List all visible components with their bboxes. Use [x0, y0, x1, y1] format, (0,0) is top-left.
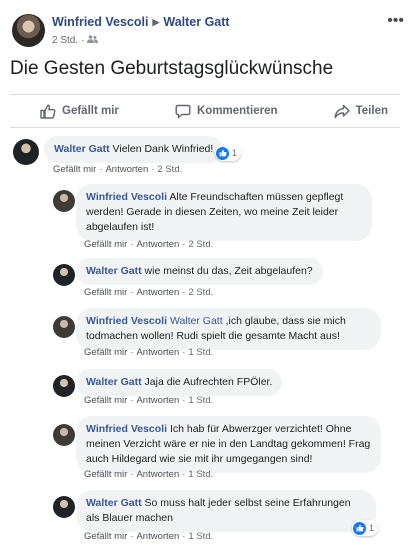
reply-meta: Gefällt mir · Antworten · 1 Std. [84, 469, 214, 480]
reply-meta: Gefällt mir · Antworten · 1 Std. [84, 531, 214, 542]
comment-time[interactable]: 2 Std. [157, 164, 182, 175]
comment-bubble: Walter Gatt Vielen Dank Winfried! [44, 136, 224, 163]
comment-author[interactable]: Walter Gatt [54, 143, 110, 155]
post-target[interactable]: Walter Gatt [163, 15, 229, 29]
comment-button[interactable]: Kommentieren [175, 104, 278, 119]
post-author[interactable]: Winfried Vescoli [52, 15, 148, 29]
reply-like-link[interactable]: Gefällt mir [84, 239, 127, 250]
reply-text: wie meinst du das, Zeit abgelaufen? [144, 265, 313, 277]
reply-bubble: Walter Gatt So muss halt jeder selbst se… [76, 490, 376, 532]
share-button[interactable]: Teilen [334, 104, 388, 119]
reply-avatar[interactable] [53, 264, 75, 286]
reply-author[interactable]: Walter Gatt [86, 497, 142, 509]
post-author-line: Winfried Vescoli ▶ Walter Gatt [52, 15, 230, 29]
speech-bubble-icon [175, 104, 191, 118]
reply-avatar[interactable] [53, 316, 75, 338]
reply-tagged-user[interactable]: Walter Gatt [170, 315, 223, 327]
reply-bubble: Winfried Vescoli Alte Freundschaften müs… [76, 184, 372, 241]
reaction-number: 1 [369, 523, 375, 533]
reply-reply-link[interactable]: Antworten [136, 531, 179, 542]
post-header: Winfried Vescoli ▶ Walter Gatt 2 Std. · ••• [10, 10, 410, 50]
reaction-number: 1 [232, 148, 238, 158]
share-arrow-icon [334, 104, 350, 118]
reply-author[interactable]: Walter Gatt [86, 376, 142, 388]
reply-time[interactable]: 1 Std. [188, 469, 213, 480]
reply-reply-link[interactable]: Antworten [136, 239, 179, 250]
comment-like-link[interactable]: Gefällt mir [53, 164, 96, 175]
like-reaction-icon [353, 521, 366, 535]
comment-text: Vielen Dank Winfried! [112, 143, 214, 155]
reply-bubble: Winfried Vescoli Walter Gatt ,ich glaube… [76, 308, 381, 350]
reply-reply-link[interactable]: Antworten [136, 347, 179, 358]
author-avatar[interactable] [12, 14, 45, 47]
post-meta: 2 Std. · [52, 35, 99, 46]
reply-like-link[interactable]: Gefällt mir [84, 347, 127, 358]
comment-reply-link[interactable]: Antworten [105, 164, 148, 175]
reply-time[interactable]: 2 Std. [188, 239, 213, 250]
reply-avatar[interactable] [53, 375, 75, 397]
like-button-label: Gefällt mir [62, 105, 119, 117]
comment-meta: Gefällt mir · Antworten · 2 Std. [53, 164, 183, 175]
friends-audience-icon[interactable] [87, 35, 99, 44]
reply-reply-link[interactable]: Antworten [136, 395, 179, 406]
reply-like-link[interactable]: Gefällt mir [84, 287, 127, 298]
like-reaction-icon [216, 146, 229, 160]
reaction-count[interactable]: 1 [352, 520, 379, 536]
thumbs-up-icon [40, 104, 56, 119]
comment-avatar[interactable] [13, 139, 39, 165]
comment-button-label: Kommentieren [196, 105, 278, 117]
reply-author[interactable]: Walter Gatt [86, 265, 142, 277]
arrow-right-icon: ▶ [152, 17, 160, 27]
reply-avatar[interactable] [53, 190, 75, 212]
reply-author[interactable]: Winfried Vescoli [86, 315, 167, 327]
meta-separator: · [81, 35, 85, 46]
share-button-label: Teilen [355, 105, 388, 117]
reply-avatar[interactable] [53, 496, 75, 518]
reply-reply-link[interactable]: Antworten [136, 287, 179, 298]
post-time[interactable]: 2 Std. [52, 35, 78, 46]
post-action-bar: Gefällt mir Kommentieren Teilen [10, 94, 400, 128]
reply-like-link[interactable]: Gefällt mir [84, 531, 127, 542]
post-title: Die Gesten Geburtstagsglückwünsche [10, 58, 334, 79]
reply-meta: Gefällt mir · Antworten · 2 Std. [84, 239, 214, 250]
like-button[interactable]: Gefällt mir [40, 104, 119, 119]
reply-time[interactable]: 1 Std. [188, 395, 213, 406]
reply-text: Jaja die Aufrechten FPÖler. [144, 376, 273, 388]
reply-bubble: Winfried Vescoli Ich hab für Abwerzger v… [76, 416, 381, 473]
reply-time[interactable]: 2 Std. [188, 287, 213, 298]
reply-author[interactable]: Winfried Vescoli [86, 423, 167, 435]
reply-meta: Gefällt mir · Antworten · 1 Std. [84, 347, 214, 358]
reply-like-link[interactable]: Gefällt mir [84, 395, 127, 406]
reply-time[interactable]: 1 Std. [188, 347, 213, 358]
reply-time[interactable]: 1 Std. [188, 531, 213, 542]
reply-meta: Gefällt mir · Antworten · 1 Std. [84, 395, 214, 406]
more-options-icon[interactable]: ••• [387, 12, 404, 30]
reply-meta: Gefällt mir · Antworten · 2 Std. [84, 287, 214, 298]
reply-like-link[interactable]: Gefällt mir [84, 469, 127, 480]
reaction-count[interactable]: 1 [215, 145, 242, 161]
reply-avatar[interactable] [53, 424, 75, 446]
reply-author[interactable]: Winfried Vescoli [86, 191, 167, 203]
reply-bubble: Walter Gatt Jaja die Aufrechten FPÖler. [76, 369, 283, 396]
reply-bubble: Walter Gatt wie meinst du das, Zeit abge… [76, 258, 323, 285]
reply-reply-link[interactable]: Antworten [136, 469, 179, 480]
